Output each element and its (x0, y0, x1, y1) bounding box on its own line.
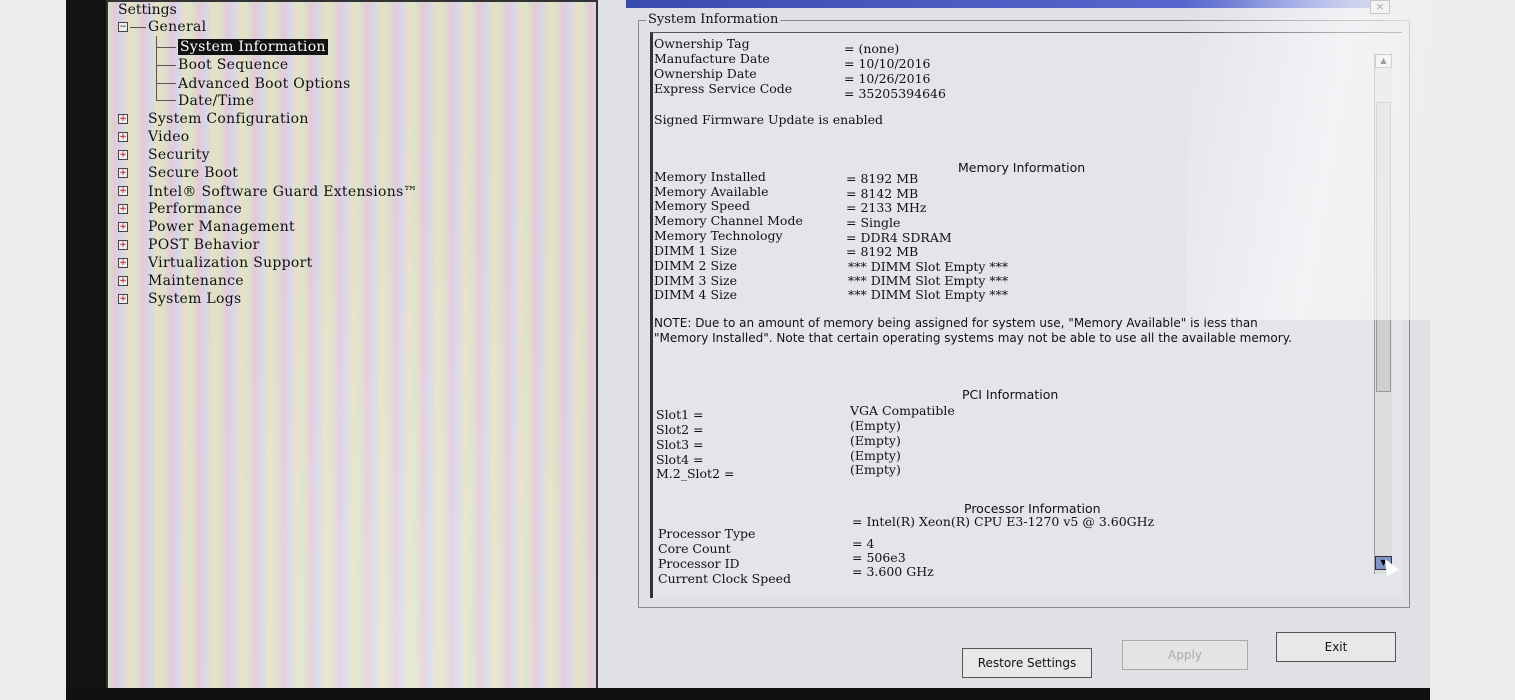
tree-item-post-behavior[interactable]: POST Behavior (148, 237, 260, 253)
expand-icon[interactable]: + (118, 276, 128, 286)
tree-item-virtualization-support[interactable]: Virtualization Support (148, 255, 313, 271)
pci-slot3-label: Slot3 = (656, 437, 704, 452)
window-titlebar (626, 0, 1386, 8)
expand-icon[interactable]: + (118, 240, 128, 250)
apply-button[interactable]: Apply (1122, 640, 1248, 670)
close-button[interactable]: × (1370, 0, 1390, 14)
dimm2-size-value: *** DIMM Slot Empty *** (848, 259, 1009, 274)
memory-channel-mode-label: Memory Channel Mode (654, 213, 803, 228)
vertical-scrollbar[interactable]: ▲ ▼ (1374, 54, 1392, 574)
tree-connector (156, 65, 176, 66)
signed-firmware-status: Signed Firmware Update is enabled (654, 112, 884, 127)
monitor-bezel-left (0, 0, 66, 700)
monitor-edge-left (66, 0, 106, 700)
ownership-tag-label: Ownership Tag (654, 36, 750, 51)
pci-slot2-label: Slot2 = (656, 422, 704, 437)
processor-id-label: Processor ID (658, 556, 740, 571)
dimm2-size-label: DIMM 2 Size (654, 258, 738, 273)
pci-information-heading: PCI Information (962, 387, 1059, 402)
tree-item-general[interactable]: General (148, 19, 206, 35)
processor-type-value: = Intel(R) Xeon(R) CPU E3-1270 v5 @ 3.60… (852, 514, 1155, 529)
tree-item-system-configuration[interactable]: System Configuration (148, 111, 309, 127)
tree-connector (130, 27, 146, 28)
memory-available-value: = 8142 MB (846, 186, 919, 201)
tree-item-date-time[interactable]: Date/Time (178, 93, 254, 109)
pci-slot1-label: Slot1 = (656, 407, 704, 422)
exit-button[interactable]: Exit (1276, 632, 1396, 662)
tree-item-advanced-boot-options[interactable]: Advanced Boot Options (178, 76, 351, 92)
express-service-code-label: Express Service Code (654, 81, 793, 96)
collapse-icon[interactable]: − (118, 22, 128, 32)
settings-tree: Settings − General System Information Bo… (106, 0, 598, 688)
memory-available-label: Memory Available (654, 184, 769, 199)
memory-technology-label: Memory Technology (654, 228, 783, 243)
monitor-bezel-right (1430, 0, 1515, 700)
expand-icon[interactable]: + (118, 294, 128, 304)
tree-item-sgx[interactable]: Intel® Software Guard Extensions™ (148, 184, 418, 200)
ownership-tag-value: = (none) (844, 41, 900, 56)
processor-id-value: = 506e3 (852, 550, 906, 565)
expand-icon[interactable]: + (118, 168, 128, 178)
tree-item-secure-boot[interactable]: Secure Boot (148, 165, 238, 181)
pci-slot1-value: VGA Compatible (850, 403, 955, 418)
tree-connector (156, 83, 176, 84)
memory-installed-value: = 8192 MB (846, 171, 919, 186)
tree-item-power-management[interactable]: Power Management (148, 219, 295, 235)
tree-item-system-logs[interactable]: System Logs (148, 291, 242, 307)
dimm3-size-value: *** DIMM Slot Empty *** (848, 273, 1009, 288)
memory-note: NOTE: Due to an amount of memory being a… (654, 316, 1292, 345)
memory-speed-value: = 2133 MHz (846, 200, 927, 215)
dimm3-size-label: DIMM 3 Size (654, 273, 738, 288)
tree-item-system-information[interactable]: System Information (178, 39, 328, 55)
tree-connector (156, 36, 157, 100)
memory-technology-value: = DDR4 SDRAM (846, 230, 952, 245)
tree-item-maintenance[interactable]: Maintenance (148, 273, 244, 289)
expand-icon[interactable]: + (118, 114, 128, 124)
expand-icon[interactable]: + (118, 132, 128, 142)
expand-icon[interactable]: + (118, 204, 128, 214)
core-count-label: Core Count (658, 541, 731, 556)
memory-information-heading: Memory Information (958, 160, 1086, 175)
ownership-date-label: Ownership Date (654, 66, 757, 81)
tree-item-performance[interactable]: Performance (148, 201, 242, 217)
tree-item-boot-sequence[interactable]: Boot Sequence (178, 57, 288, 73)
tree-connector (156, 47, 176, 48)
tree-connector (156, 100, 176, 101)
current-clock-speed-value: = 3.600 GHz (852, 564, 934, 579)
manufacture-date-label: Manufacture Date (654, 51, 770, 66)
dimm1-size-value: = 8192 MB (846, 244, 919, 259)
core-count-value: = 4 (852, 536, 875, 551)
expand-icon[interactable]: + (118, 150, 128, 160)
express-service-code-value: = 35205394646 (844, 86, 946, 101)
bios-screen: × Settings − General System Information … (106, 0, 1430, 688)
monitor-edge-bottom (66, 688, 1430, 700)
tree-item-video[interactable]: Video (148, 129, 190, 145)
pci-slot4-label: Slot4 = (656, 452, 704, 467)
pci-slot3-value: (Empty) (850, 433, 901, 448)
tree-item-security[interactable]: Security (148, 147, 210, 163)
scroll-up-arrow-icon[interactable]: ▲ (1375, 54, 1392, 68)
settings-title: Settings (118, 2, 177, 18)
scroll-thumb[interactable] (1376, 102, 1391, 392)
current-clock-speed-label: Current Clock Speed (658, 571, 792, 586)
ownership-date-value: = 10/26/2016 (844, 71, 931, 86)
restore-settings-button[interactable]: Restore Settings (962, 648, 1092, 678)
memory-speed-label: Memory Speed (654, 198, 750, 213)
expand-icon[interactable]: + (118, 258, 128, 268)
dimm4-size-value: *** DIMM Slot Empty *** (848, 287, 1009, 302)
tree-item-label: System Information (178, 39, 328, 55)
pci-slot4-value: (Empty) (850, 448, 901, 463)
memory-channel-mode-value: = Single (846, 215, 901, 230)
dimm4-size-label: DIMM 4 Size (654, 287, 738, 302)
expand-icon[interactable]: + (118, 222, 128, 232)
pci-m2-slot2-label: M.2_Slot2 = (656, 466, 735, 481)
processor-type-label: Processor Type (658, 526, 756, 541)
pci-slot2-value: (Empty) (850, 418, 901, 433)
dimm1-size-label: DIMM 1 Size (654, 243, 738, 258)
memory-installed-label: Memory Installed (654, 169, 766, 184)
panel-title: System Information (646, 12, 781, 27)
pci-m2-slot2-value: (Empty) (850, 462, 901, 477)
expand-icon[interactable]: + (118, 186, 128, 196)
manufacture-date-value: = 10/10/2016 (844, 56, 931, 71)
